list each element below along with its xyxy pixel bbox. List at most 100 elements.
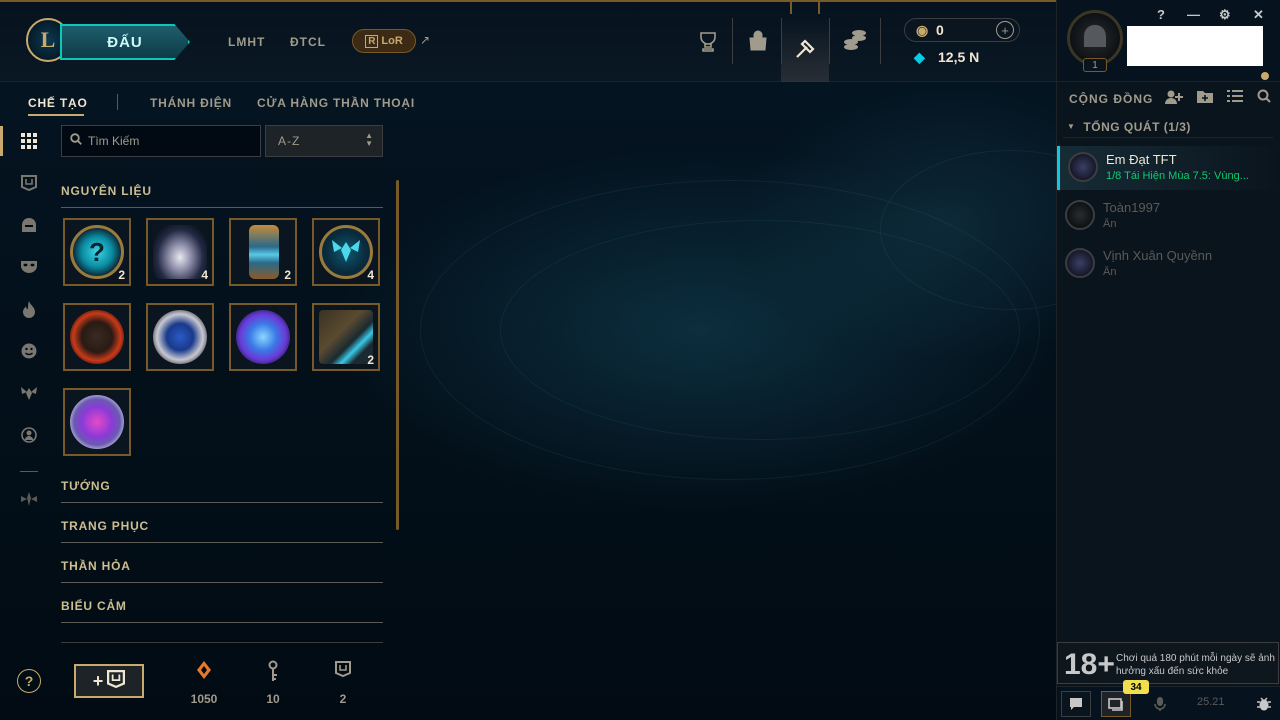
social-panel: 1 ? — ⚙ ✕ CỘNG ĐỒNG ▼ TỔNG QUÁT (1/3) Em…: [1056, 0, 1280, 720]
chest-counter: 2: [318, 660, 368, 706]
top-separator: [732, 18, 733, 64]
section-materials-header[interactable]: NGUYÊN LIỆU: [61, 184, 383, 208]
friend-group-header[interactable]: ▼ TỔNG QUÁT (1/3): [1063, 116, 1273, 138]
help-button[interactable]: ?: [17, 669, 41, 693]
search-input[interactable]: [88, 126, 258, 156]
hextech-chest-icon: [319, 310, 373, 364]
notifications-icon[interactable]: [1101, 691, 1131, 717]
search-icon: [70, 133, 82, 148]
friend-name: Em Đạt TFT: [1106, 152, 1177, 167]
chest-icon: [107, 669, 126, 693]
material-tile[interactable]: 2: [312, 303, 380, 371]
top-separator: [880, 18, 881, 64]
bug-report-icon[interactable]: [1249, 691, 1279, 717]
token-orb-icon: [319, 225, 373, 279]
list-view-icon[interactable]: [1227, 89, 1243, 106]
section-champions-header[interactable]: TƯỚNG: [61, 479, 383, 503]
sort-dropdown[interactable]: A-Z ▲ ▼: [265, 125, 383, 157]
lor-r-icon: R: [365, 34, 379, 48]
warning-text: Chơi quá 180 phút mỗi ngày sẽ ảnh hưởng …: [1116, 653, 1275, 677]
friend-item[interactable]: Em Đạt TFT 1/8 Tái Hiện Mùa 7.5: Vùng...: [1057, 146, 1280, 190]
buy-chest-button[interactable]: +: [74, 664, 144, 698]
material-tile[interactable]: [146, 303, 214, 371]
friend-item[interactable]: Toàn1997 Ẩn: [1057, 194, 1280, 238]
all-items-grid-icon[interactable]: [14, 126, 44, 156]
ward-flame-icon[interactable]: [14, 294, 44, 324]
close-icon[interactable]: ✕: [1253, 7, 1264, 23]
chat-icon[interactable]: [1061, 691, 1091, 717]
friend-status: Ẩn: [1103, 266, 1117, 278]
tft-companion-icon[interactable]: [14, 378, 44, 408]
client-version: 25.21: [1197, 696, 1225, 708]
section-wards-header[interactable]: THẦN HỎA: [61, 559, 383, 583]
sort-value: A-Z: [278, 134, 301, 148]
material-tile[interactable]: [63, 388, 131, 456]
mystery-orb-icon: ?: [70, 225, 124, 279]
lor-button[interactable]: R LoR: [352, 29, 416, 53]
store-bag-icon[interactable]: [738, 22, 778, 60]
collapse-triangle-icon: ▼: [1067, 122, 1076, 131]
add-friend-icon[interactable]: [1165, 89, 1183, 108]
skin-mask-icon[interactable]: [14, 252, 44, 282]
lor-label: LoR: [381, 35, 403, 47]
crystal-orb-icon: [153, 310, 207, 364]
section-emotes-header[interactable]: BIỂU CẢM: [61, 599, 383, 623]
footer-separator: [61, 642, 383, 643]
minimize-icon[interactable]: —: [1187, 7, 1200, 22]
add-folder-icon[interactable]: [1197, 89, 1213, 106]
material-tile[interactable]: [63, 303, 131, 371]
nav-link-lmht[interactable]: LMHT: [228, 35, 265, 49]
material-tile[interactable]: ? 2: [63, 218, 131, 286]
material-tile[interactable]: [229, 303, 297, 371]
chest-value: 2: [339, 692, 347, 706]
blue-essence-value: 12,5 N: [938, 49, 980, 65]
key-value: 10: [266, 692, 280, 706]
material-tile[interactable]: 2: [229, 218, 297, 286]
friend-item[interactable]: Vịnh Xuân Quyềnn Ẩn: [1057, 242, 1280, 286]
active-tab-underline: [28, 114, 84, 116]
play-button[interactable]: ĐẤU: [60, 24, 190, 60]
rp-value: 0: [936, 22, 944, 38]
material-tile[interactable]: 4: [312, 218, 380, 286]
search-box[interactable]: [61, 125, 261, 157]
plus-label: +: [92, 670, 104, 691]
status-dot: [1261, 72, 1269, 80]
material-count: 2: [284, 268, 291, 282]
chest-icon[interactable]: [14, 168, 44, 198]
champion-helmet-icon[interactable]: [14, 210, 44, 240]
material-tile[interactable]: 4: [146, 218, 214, 286]
top-separator: [829, 18, 830, 64]
friend-status: 1/8 Tái Hiện Mùa 7.5: Vùng...: [1106, 170, 1249, 182]
friend-avatar: [1065, 248, 1095, 278]
help-icon[interactable]: ?: [1157, 7, 1165, 22]
tab-crafting[interactable]: CHẾ TẠO: [28, 96, 88, 110]
settings-icon[interactable]: ⚙: [1219, 7, 1231, 23]
trophy-icon[interactable]: [688, 22, 728, 60]
section-skins-header[interactable]: TRANG PHỤC: [61, 519, 383, 543]
tft-arena-icon[interactable]: [14, 484, 44, 514]
material-count: 2: [367, 353, 374, 367]
buy-rp-button[interactable]: +: [996, 21, 1014, 39]
summoner-icon-icon[interactable]: [14, 420, 44, 450]
scrollbar[interactable]: [396, 180, 399, 530]
orange-essence-icon: [179, 660, 229, 684]
crafting-hammer-icon[interactable]: [781, 16, 829, 82]
key-counter: 10: [248, 660, 298, 706]
top-navigation: L ĐẤU LMHT ĐTCL R LoR ↗ ◉ 0 + ◆ 12,5 N: [0, 0, 1280, 82]
tab-mythic-shop[interactable]: CỬA HÀNG THẦN THOẠI: [257, 96, 415, 110]
friend-status: Ẩn: [1103, 218, 1117, 230]
loot-coins-icon[interactable]: [835, 22, 875, 60]
nav-link-dtcl[interactable]: ĐTCL: [290, 35, 326, 49]
voice-mic-icon[interactable]: [1145, 691, 1175, 717]
friend-name: Toàn1997: [1103, 200, 1161, 215]
friend-avatar: [1065, 200, 1095, 230]
tab-sanctum[interactable]: THÁNH ĐIỆN: [150, 96, 232, 110]
chest-counter-icon: [318, 660, 368, 684]
friend-avatar: [1068, 152, 1098, 182]
key-icon: [248, 660, 298, 684]
external-link-icon: ↗: [420, 33, 431, 47]
search-friends-icon[interactable]: [1257, 89, 1271, 106]
emote-smile-icon[interactable]: [14, 336, 44, 366]
age-rating-badge: 18+: [1064, 648, 1115, 681]
social-header: CỘNG ĐỒNG: [1069, 92, 1154, 106]
